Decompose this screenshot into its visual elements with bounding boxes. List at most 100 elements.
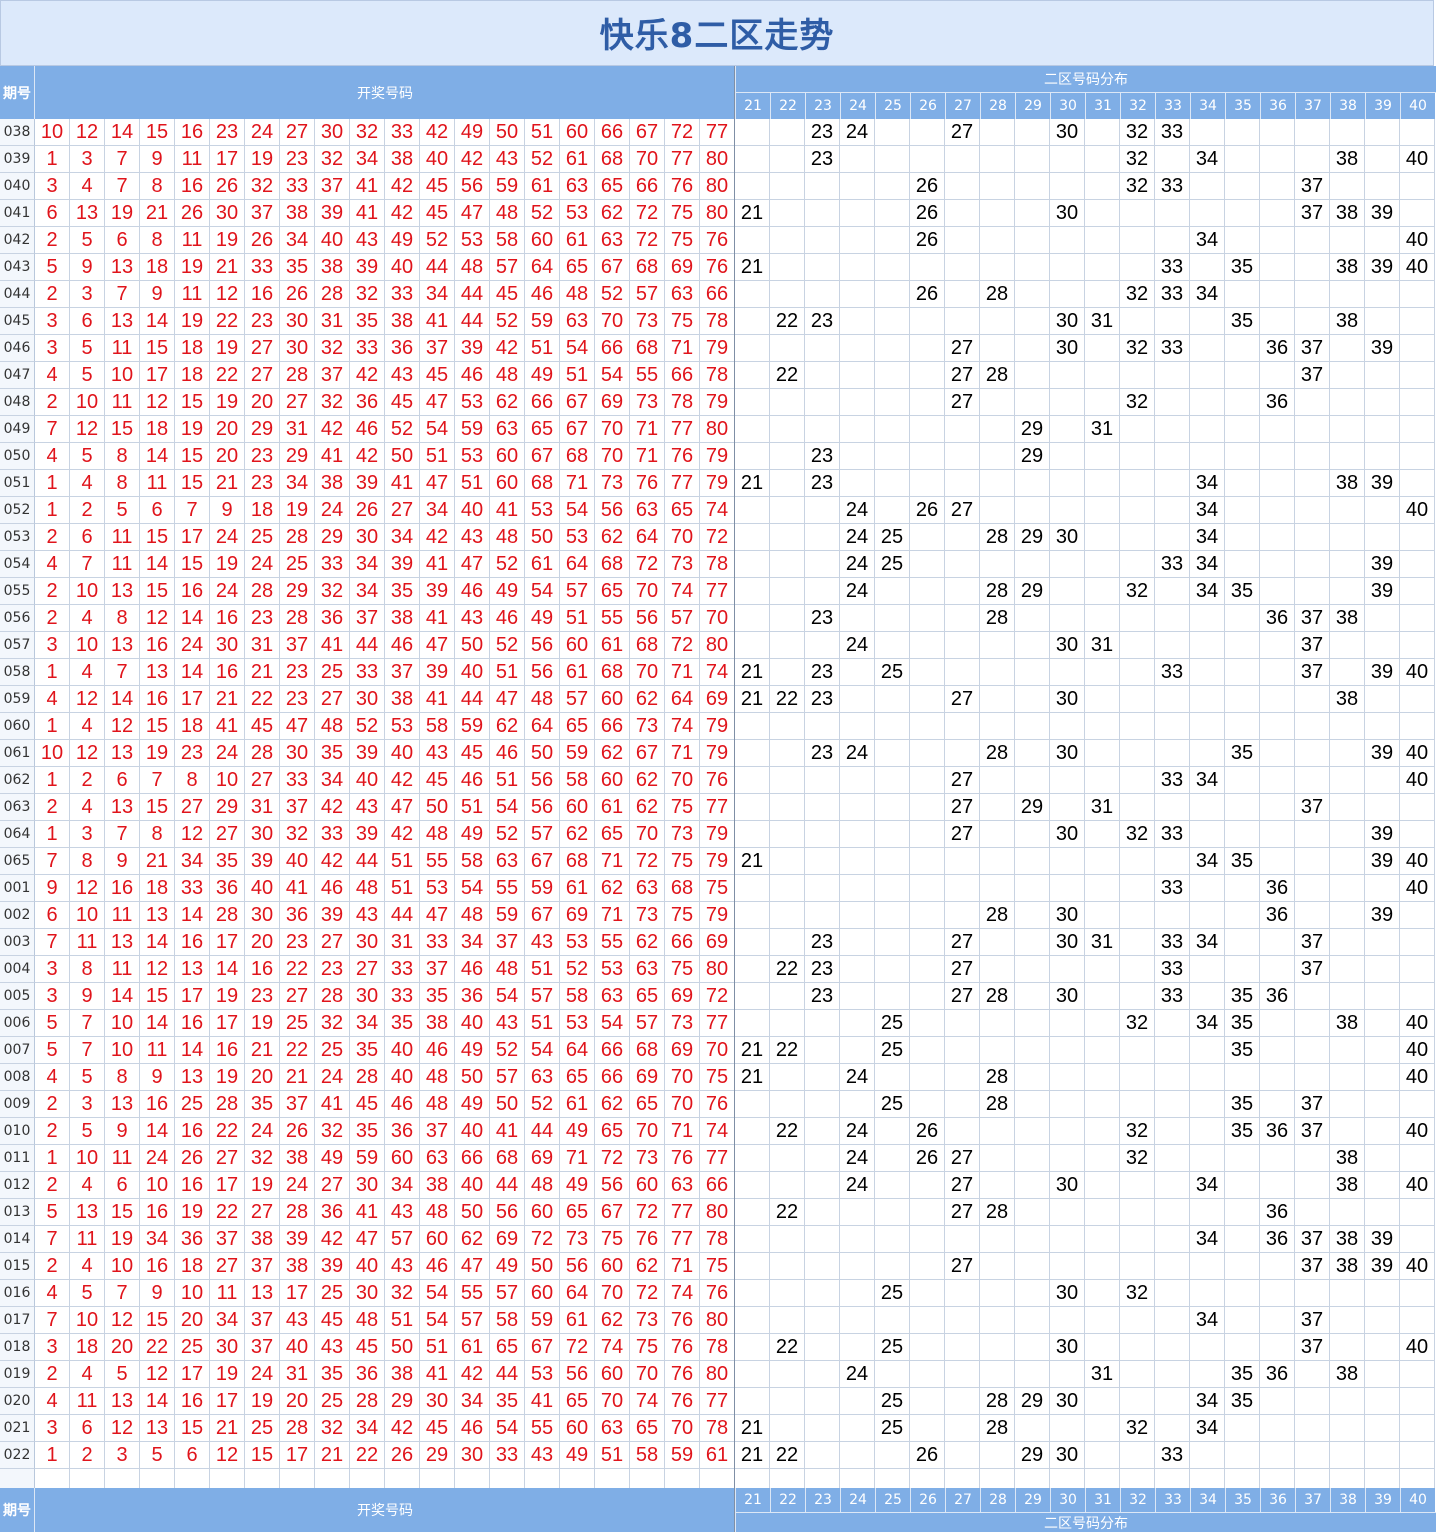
zone-cell [1400, 1361, 1435, 1388]
zone-cell [1120, 470, 1155, 497]
draw-number: 73 [630, 389, 665, 416]
zone-cell [1330, 227, 1365, 254]
draw-number: 19 [245, 1010, 280, 1037]
zone-cell [1085, 956, 1120, 983]
draw-number: 16 [140, 1091, 175, 1118]
draw-number: 40 [455, 1172, 490, 1199]
zone-hit-number: 34 [1190, 146, 1225, 173]
draw-number: 56 [595, 497, 630, 524]
draw-number: 21 [245, 1037, 280, 1064]
table-row: 018 3 18 20 22 25 30 37 40 43 45 50 51 61 65 67 72 74 75 76… [0, 1334, 1436, 1361]
draw-number: 48 [525, 686, 560, 713]
draw-number: 73 [665, 1010, 700, 1037]
zone-number-header: 31 [1085, 93, 1120, 119]
zone-cell [1225, 929, 1260, 956]
zone-cell [1295, 443, 1330, 470]
zone-cell [1330, 983, 1365, 1010]
zone-cell [1330, 659, 1365, 686]
draw-number: 34 [140, 1226, 175, 1253]
zone-cell [1050, 1037, 1085, 1064]
zone-cell [1330, 821, 1365, 848]
zone-cell [840, 1010, 875, 1037]
draw-number: 73 [595, 470, 630, 497]
zone-cell [770, 524, 805, 551]
zone-cell [945, 146, 980, 173]
zone-cell [1190, 119, 1225, 146]
zone-cell [1365, 416, 1400, 443]
zone-cell [770, 1226, 805, 1253]
draw-number: 54 [455, 875, 490, 902]
zone-cell [840, 1388, 875, 1415]
draw-number: 10 [70, 1145, 105, 1172]
draw-number: 19 [175, 416, 210, 443]
zone-cell [1085, 227, 1120, 254]
zone-cell [980, 713, 1015, 740]
zone-cell [1155, 1118, 1190, 1145]
zone-hit-number: 25 [875, 1091, 910, 1118]
draw-number: 7 [105, 173, 140, 200]
zone-number-header: 32 [1120, 93, 1155, 119]
draw-number: 68 [630, 335, 665, 362]
draw-number: 75 [665, 794, 700, 821]
zone-hit-number: 32 [1120, 119, 1155, 146]
zone-cell [770, 497, 805, 524]
zone-hit-number: 28 [980, 1199, 1015, 1226]
zone-cell [805, 254, 840, 281]
zone-cell [1015, 1361, 1050, 1388]
draw-number: 16 [175, 929, 210, 956]
draw-number: 18 [175, 362, 210, 389]
draw-number: 50 [385, 443, 420, 470]
zone-hit-number: 40 [1400, 254, 1435, 281]
draw-number: 69 [490, 1226, 525, 1253]
draw-number: 56 [560, 1253, 595, 1280]
zone-hit-number: 40 [1400, 875, 1435, 902]
zone-hit-number: 25 [875, 1280, 910, 1307]
draw-number: 70 [665, 1091, 700, 1118]
zone-cell [1330, 497, 1365, 524]
zone-cell [910, 875, 945, 902]
zone-hit-number: 37 [1295, 794, 1330, 821]
zone-cell [1155, 1172, 1190, 1199]
zone-cell [1015, 983, 1050, 1010]
zone-cell [1190, 902, 1225, 929]
zone-cell [770, 767, 805, 794]
zone-hit-number: 38 [1330, 200, 1365, 227]
draw-number: 16 [175, 173, 210, 200]
draw-number: 12 [70, 119, 105, 146]
zone-cell [1295, 416, 1330, 443]
draw-number: 5 [35, 1037, 70, 1064]
draw-number: 40 [455, 1118, 490, 1145]
draw-number: 33 [280, 173, 315, 200]
draw-number: 36 [210, 875, 245, 902]
zone-cell [910, 794, 945, 821]
zone-cell [875, 1307, 910, 1334]
draw-number: 72 [595, 1145, 630, 1172]
zone-cell [980, 929, 1015, 956]
draw-number: 75 [595, 1226, 630, 1253]
draw-number: 2 [35, 1172, 70, 1199]
draw-number: 7 [105, 1280, 140, 1307]
issue-number: 063 [0, 794, 35, 821]
draw-number: 27 [210, 821, 245, 848]
zone-cell [1120, 767, 1155, 794]
draw-number: 15 [175, 389, 210, 416]
zone-cell [840, 1226, 875, 1253]
draw-number: 14 [140, 551, 175, 578]
issue-number: 054 [0, 551, 35, 578]
draw-number: 72 [525, 1226, 560, 1253]
zone-cell [805, 1199, 840, 1226]
zone-cell [1260, 1307, 1295, 1334]
zone-cell [1295, 1280, 1330, 1307]
table-row: 006 5 7 10 14 16 17 19 25 32 34 35 38 40 43 51 53 54 57 73 7… [0, 1010, 1436, 1037]
draw-number: 42 [385, 821, 420, 848]
draw-number: 16 [140, 1199, 175, 1226]
draw-number: 25 [315, 1037, 350, 1064]
draw-number: 57 [630, 281, 665, 308]
zone-number-header: 30 [1050, 1488, 1085, 1512]
zone-cell [1050, 1226, 1085, 1253]
zone-cell [1015, 551, 1050, 578]
zone-cell [1120, 848, 1155, 875]
zone-cell [735, 1118, 770, 1145]
draw-number: 28 [315, 281, 350, 308]
draw-number: 43 [455, 524, 490, 551]
